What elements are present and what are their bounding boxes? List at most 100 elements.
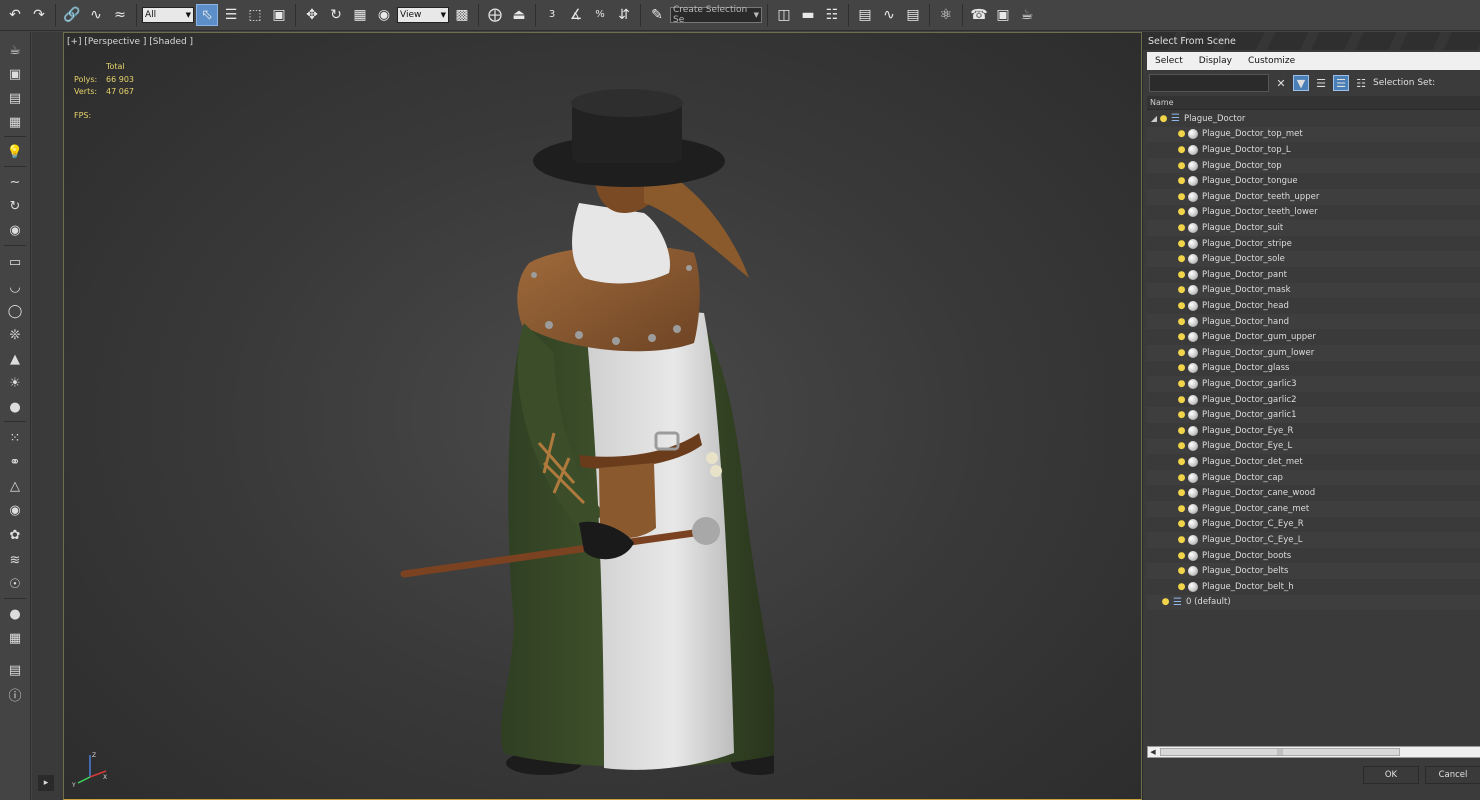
tree-object-row[interactable]: ● Plague_Doctor_stripe: [1147, 236, 1480, 252]
tree-object-row[interactable]: ● Plague_Doctor_top_L: [1147, 142, 1480, 158]
light-bulb-icon[interactable]: ●: [1177, 566, 1186, 576]
tree-object-row[interactable]: ● Plague_Doctor_teeth_upper: [1147, 189, 1480, 205]
light-bulb-icon[interactable]: ●: [1177, 441, 1186, 451]
menu-display[interactable]: Display: [1191, 56, 1240, 66]
tree-object-row[interactable]: ● Plague_Doctor_boots: [1147, 548, 1480, 564]
plant-icon[interactable]: ✿: [4, 525, 26, 545]
render-icon[interactable]: ☕: [1016, 4, 1038, 26]
mirror-icon[interactable]: ◫: [773, 4, 795, 26]
light-bulb-icon[interactable]: ●: [1177, 457, 1186, 467]
dialog-title[interactable]: Select From Scene: [1143, 32, 1480, 50]
tree-object-row[interactable]: ● Plague_Doctor_glass: [1147, 361, 1480, 377]
reference-coordinate-dropdown[interactable]: View ▼: [397, 7, 449, 23]
light-bulb-icon[interactable]: ●: [1177, 426, 1186, 436]
name-column-header[interactable]: Name: [1147, 96, 1480, 110]
tree-object-row[interactable]: ● Plague_Doctor_belt_h: [1147, 579, 1480, 595]
perspective-viewport[interactable]: [+] [Perspective ] [Shaded ] Total Polys…: [63, 32, 1142, 800]
light-bulb-icon[interactable]: ●: [1177, 348, 1186, 358]
expand-arrow-button[interactable]: ▸: [38, 775, 54, 791]
light-bulb-icon[interactable]: ●: [1159, 114, 1168, 124]
tree-object-row[interactable]: ● Plague_Doctor_Eye_R: [1147, 423, 1480, 439]
tree-object-row[interactable]: ● Plague_Doctor_cane_met: [1147, 501, 1480, 517]
grass-icon[interactable]: ❊: [4, 325, 26, 345]
link-icon[interactable]: 🔗: [61, 4, 83, 26]
layer-toggle-icon[interactable]: ☰: [1313, 75, 1329, 91]
light-bulb-icon[interactable]: ●: [1177, 332, 1186, 342]
rect-select-region-icon[interactable]: ⬚: [244, 4, 266, 26]
light-icon[interactable]: 💡: [4, 142, 26, 162]
material-editor-icon[interactable]: ⚛: [935, 4, 957, 26]
place-icon[interactable]: ◉: [373, 4, 395, 26]
tree-layer-row[interactable]: ● ☰ 0 (default): [1147, 594, 1480, 611]
tree-object-row[interactable]: ● Plague_Doctor_garlic3: [1147, 376, 1480, 392]
mesh-icon[interactable]: △: [4, 476, 26, 496]
teapot-icon[interactable]: ☕: [4, 40, 26, 60]
expand-triangle-icon[interactable]: ◢: [1149, 114, 1159, 123]
tree-object-row[interactable]: ● Plague_Doctor_gum_lower: [1147, 345, 1480, 361]
scroll-left-icon[interactable]: ◀: [1148, 747, 1158, 757]
tree-object-row[interactable]: ● Plague_Doctor_suit: [1147, 220, 1480, 236]
scale-icon[interactable]: ▦: [349, 4, 371, 26]
cone-icon[interactable]: ▲: [4, 349, 26, 369]
molecule-icon[interactable]: ⚭: [4, 452, 26, 472]
tree-object-row[interactable]: ● Plague_Doctor_head: [1147, 298, 1480, 314]
select-object-icon[interactable]: ⬁: [196, 4, 218, 26]
help-icon[interactable]: ⓘ: [4, 684, 26, 704]
keyboard-shortcut-icon[interactable]: ⨁: [484, 4, 506, 26]
light-bulb-icon[interactable]: ●: [1177, 223, 1186, 233]
tree-object-row[interactable]: ● Plague_Doctor_C_Eye_R: [1147, 517, 1480, 533]
menu-select[interactable]: Select: [1147, 56, 1191, 66]
angle-snap-icon[interactable]: ∡: [565, 4, 587, 26]
align-icon[interactable]: ▬: [797, 4, 819, 26]
light-bulb-icon[interactable]: ●: [1177, 395, 1186, 405]
light-bulb-icon[interactable]: ●: [1177, 254, 1186, 264]
horizontal-scrollbar[interactable]: ◀ |||: [1147, 746, 1480, 758]
snap-toggle-icon[interactable]: ⏏: [508, 4, 530, 26]
tree-object-row[interactable]: ● Plague_Doctor_top_met: [1147, 126, 1480, 143]
light-bulb-icon[interactable]: ●: [1177, 582, 1186, 592]
light-bulb-icon[interactable]: ●: [1161, 597, 1170, 607]
filter-icon[interactable]: ▼: [1293, 75, 1309, 91]
bind-spacewarp-icon[interactable]: ≈: [109, 4, 131, 26]
percent-snap-button[interactable]: %: [589, 4, 611, 26]
light-bulb-icon[interactable]: ●: [1177, 145, 1186, 155]
tree-object-row[interactable]: ● Plague_Doctor_Eye_L: [1147, 438, 1480, 455]
light-bulb-icon[interactable]: ●: [1177, 301, 1186, 311]
rendered-frame-icon[interactable]: ▣: [992, 4, 1014, 26]
move-icon[interactable]: ✥: [301, 4, 323, 26]
render-frame-icon[interactable]: ▣: [4, 64, 26, 84]
hf-icon[interactable]: ≋: [4, 550, 26, 570]
rotate-sub-icon[interactable]: ↻: [4, 196, 26, 216]
light-bulb-icon[interactable]: ●: [1177, 129, 1186, 139]
tree-object-row[interactable]: ● Plague_Doctor_teeth_lower: [1147, 205, 1480, 221]
light-bulb-icon[interactable]: ●: [1177, 192, 1186, 202]
light-bulb-icon[interactable]: ●: [1177, 317, 1186, 327]
tree-object-row[interactable]: ● Plague_Doctor_cane_wood: [1147, 485, 1480, 501]
light-bulb-icon[interactable]: ●: [1177, 207, 1186, 217]
select-by-name-icon[interactable]: ☰: [220, 4, 242, 26]
search-input[interactable]: [1149, 74, 1269, 92]
table-icon[interactable]: ▦: [4, 628, 26, 648]
disc-icon[interactable]: ●: [4, 397, 26, 417]
named-selection-set-dropdown[interactable]: Create Selection Se ▼: [670, 5, 762, 25]
schematic-view-icon[interactable]: ▤: [902, 4, 924, 26]
ball-icon[interactable]: ●: [4, 604, 26, 624]
of-icon[interactable]: ☉: [4, 574, 26, 594]
light-bulb-icon[interactable]: ●: [1177, 270, 1186, 280]
light-bulb-icon[interactable]: ●: [1177, 379, 1186, 389]
sun-icon[interactable]: ☀: [4, 373, 26, 393]
tree-object-row[interactable]: ● Plague_Doctor_hand: [1147, 313, 1480, 330]
menu-customize[interactable]: Customize: [1240, 56, 1303, 66]
snaps-toggle-button[interactable]: 3: [541, 4, 563, 26]
light-bulb-icon[interactable]: ●: [1177, 551, 1186, 561]
edit-named-sel-icon[interactable]: ✎: [646, 4, 668, 26]
tree-object-row[interactable]: ● Plague_Doctor_C_Eye_L: [1147, 532, 1480, 548]
light-bulb-icon[interactable]: ●: [1177, 363, 1186, 373]
frame-icon[interactable]: ▤: [4, 88, 26, 108]
light-bulb-icon[interactable]: ●: [1177, 519, 1186, 529]
light-bulb-icon[interactable]: ●: [1177, 473, 1186, 483]
light-bulb-icon[interactable]: ●: [1177, 410, 1186, 420]
curve-editor-icon[interactable]: ∿: [878, 4, 900, 26]
undo-icon[interactable]: ↶: [4, 4, 26, 26]
spinner-snap-icon[interactable]: ⇵: [613, 4, 635, 26]
